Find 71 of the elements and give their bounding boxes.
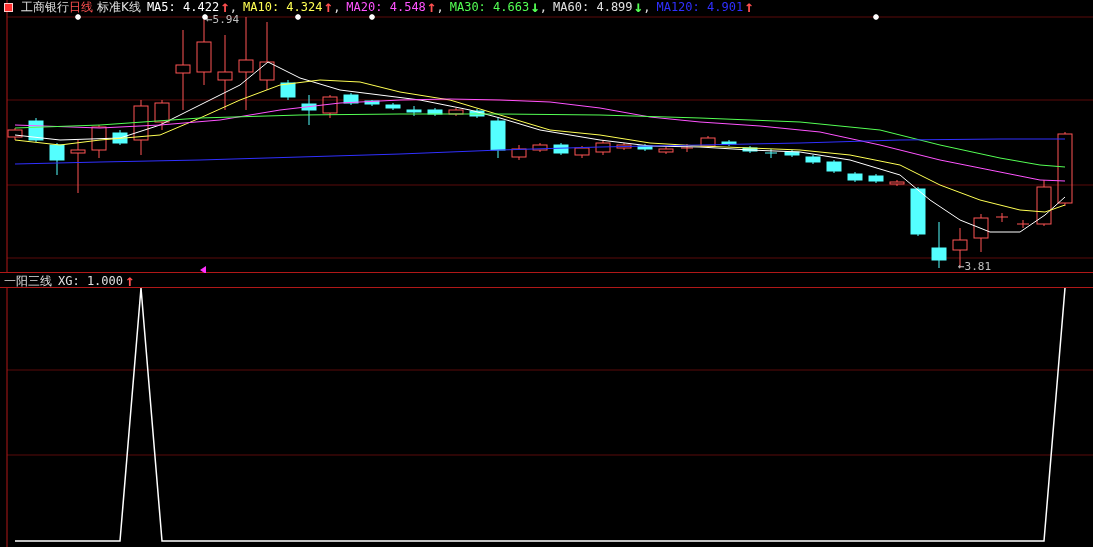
candlestick xyxy=(70,139,86,194)
trend-arrow: ↑ xyxy=(220,0,230,14)
candlestick xyxy=(658,146,674,155)
trend-arrow: ↑ xyxy=(125,274,135,288)
candlestick xyxy=(553,142,569,156)
candlestick xyxy=(931,221,947,269)
candlestick xyxy=(637,143,653,152)
candlestick xyxy=(721,139,737,147)
indicator-name: 一阳三线 xyxy=(4,274,52,288)
candlestick xyxy=(490,117,506,159)
candlestick xyxy=(805,154,821,165)
candlestick xyxy=(574,145,590,159)
candlestick xyxy=(343,92,359,106)
candlestick xyxy=(49,142,65,176)
candlestick xyxy=(7,127,23,141)
candlestick xyxy=(154,99,170,131)
candlestick xyxy=(700,135,716,149)
separator: , xyxy=(436,0,444,14)
candlestick xyxy=(995,212,1009,223)
separator: , xyxy=(643,0,651,14)
app-icon xyxy=(4,2,13,12)
candlestick xyxy=(385,102,401,111)
chart-type-label: 标准K线 xyxy=(97,0,141,14)
candlestick xyxy=(469,108,485,119)
candlestick xyxy=(680,143,694,153)
moving-average-value: MA20: 4.548 xyxy=(346,0,426,14)
candlestick xyxy=(973,213,989,253)
low-price-label: ←3.81 xyxy=(958,261,992,273)
candlestick xyxy=(910,186,926,237)
candlestick xyxy=(322,94,338,119)
moving-average-value: MA120: 4.901 xyxy=(656,0,744,14)
candlestick xyxy=(616,142,632,151)
candlestick xyxy=(764,148,778,159)
candlestick xyxy=(826,159,842,174)
separator: , xyxy=(229,0,237,14)
candlestick xyxy=(364,99,380,107)
candlestick xyxy=(280,79,296,101)
candlestick xyxy=(1036,179,1052,227)
candlestick xyxy=(742,145,758,154)
candlestick xyxy=(1016,219,1030,229)
moving-average-value: MA10: 4.324 xyxy=(243,0,323,14)
candlestick xyxy=(448,107,464,117)
candlestick xyxy=(595,139,611,156)
triangle-marker-icon xyxy=(200,266,206,273)
period-label: 日线 xyxy=(69,0,93,14)
candlestick xyxy=(532,142,548,153)
indicator-reading: XG: 1.000 xyxy=(58,274,124,288)
trend-arrow: ↓ xyxy=(530,0,540,14)
candlestick xyxy=(91,124,107,159)
moving-average-value: MA5: 4.422 xyxy=(146,0,220,14)
trend-arrow: ↓ xyxy=(633,0,644,14)
high-price-label: ←5.94 xyxy=(206,14,240,26)
candlestick xyxy=(511,144,527,161)
candlestick xyxy=(301,94,317,126)
stock-name: 工商银行 xyxy=(21,0,69,14)
trend-arrow: ↑ xyxy=(744,0,754,14)
moving-average-value: MA60: 4.899 xyxy=(553,0,633,14)
candlestick xyxy=(889,179,905,187)
moving-average-value: MA30: 4.663 xyxy=(449,0,530,14)
candlestick xyxy=(868,173,884,184)
trend-arrow: ↑ xyxy=(323,0,334,14)
candlestick xyxy=(112,129,128,146)
candlestick xyxy=(427,107,443,117)
candlestick xyxy=(847,171,863,183)
candlestick xyxy=(259,21,275,91)
candlestick xyxy=(784,149,800,158)
separator: , xyxy=(539,0,548,14)
candlestick xyxy=(406,105,422,117)
trend-arrow: ↑ xyxy=(426,0,437,14)
candlestick xyxy=(133,99,149,156)
separator: , xyxy=(333,0,341,14)
